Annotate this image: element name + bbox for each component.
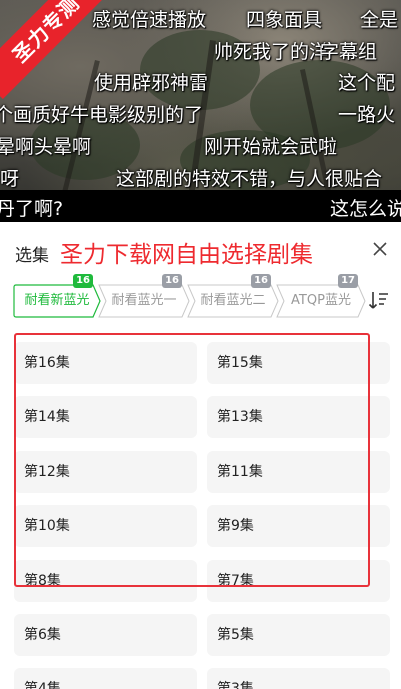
episode-item[interactable]: 第10集 bbox=[14, 505, 197, 547]
danmaku-comment: 全是 bbox=[360, 9, 399, 31]
episode-item[interactable]: 第12集 bbox=[14, 451, 197, 493]
tab-badge: 16 bbox=[251, 274, 271, 288]
tab-label: ATQP蓝光 bbox=[291, 293, 351, 308]
tab-label: 耐看新蓝光 bbox=[24, 293, 90, 308]
episode-item[interactable]: 第11集 bbox=[207, 451, 390, 493]
danmaku-comment: 这部剧的特效不错，与人很贴合 bbox=[116, 168, 383, 190]
danmaku-comment: 字幕组 bbox=[320, 41, 378, 63]
video-player[interactable]: 感觉倍速播放 四象面具 全是 帅死我了的洋 字幕组 使用辟邪神雷 这个配 个画质… bbox=[0, 0, 401, 222]
tab-badge: 17 bbox=[338, 274, 358, 288]
episode-item[interactable]: 第5集 bbox=[207, 614, 390, 656]
sort-button[interactable] bbox=[367, 288, 391, 312]
episode-item[interactable]: 第14集 bbox=[14, 396, 197, 438]
tab-source-3[interactable]: 耐看蓝光二 16 bbox=[187, 274, 279, 318]
danmaku-comment: 四象面具 bbox=[246, 9, 323, 31]
danmaku-comment: 这个配 bbox=[338, 72, 396, 94]
danmaku-comment: 个画质好牛电影级别的了 bbox=[0, 104, 204, 126]
tab-source-4[interactable]: ATQP蓝光 17 bbox=[276, 274, 366, 318]
danmaku-comment: 使用辟邪神雷 bbox=[94, 72, 209, 94]
tab-label: 耐看蓝光一 bbox=[111, 293, 177, 308]
tab-source-1[interactable]: 耐看新蓝光 16 bbox=[13, 274, 101, 318]
tab-badge: 16 bbox=[162, 274, 182, 288]
episode-item[interactable]: 第4集 bbox=[14, 668, 197, 689]
danmaku-comment: 丹了啊? bbox=[0, 198, 64, 220]
episode-item[interactable]: 第8集 bbox=[14, 560, 197, 602]
danmaku-comment: 这怎么说 bbox=[330, 198, 401, 220]
episode-item[interactable]: 第9集 bbox=[207, 505, 390, 547]
tab-label: 耐看蓝光二 bbox=[200, 293, 266, 308]
episode-item[interactable]: 第16集 bbox=[14, 342, 197, 384]
close-button[interactable] bbox=[367, 236, 393, 262]
tab-badge: 16 bbox=[73, 274, 93, 288]
danmaku-comment: 呀 bbox=[0, 168, 20, 190]
close-icon bbox=[373, 242, 387, 256]
episode-item[interactable]: 第3集 bbox=[207, 668, 390, 689]
episode-item[interactable]: 第15集 bbox=[207, 342, 390, 384]
panel-title: 选集 bbox=[15, 246, 49, 266]
promo-caption: 圣力下载网自由选择剧集 bbox=[60, 242, 313, 268]
episode-item[interactable]: 第7集 bbox=[207, 560, 390, 602]
sort-icon bbox=[368, 292, 388, 309]
danmaku-comment: 帅死我了的洋 bbox=[214, 41, 329, 63]
episode-panel: 选集 圣力下载网自由选择剧集 耐看新蓝光 16 耐看蓝光一 16 耐看蓝光二 1… bbox=[0, 222, 401, 689]
danmaku-comment: 感觉倍速播放 bbox=[92, 9, 207, 31]
tab-source-2[interactable]: 耐看蓝光一 16 bbox=[98, 274, 190, 318]
danmaku-comment: 一路火 bbox=[338, 104, 396, 126]
episode-item[interactable]: 第6集 bbox=[14, 614, 197, 656]
danmaku-comment: 刚开始就会武啦 bbox=[204, 136, 338, 158]
episode-item[interactable]: 第13集 bbox=[207, 396, 390, 438]
source-tabs: 耐看新蓝光 16 耐看蓝光一 16 耐看蓝光二 16 ATQP蓝光 17 bbox=[13, 274, 366, 320]
danmaku-comment: 晕啊头晕啊 bbox=[0, 136, 92, 158]
panel-header: 选集 圣力下载网自由选择剧集 bbox=[0, 222, 401, 278]
